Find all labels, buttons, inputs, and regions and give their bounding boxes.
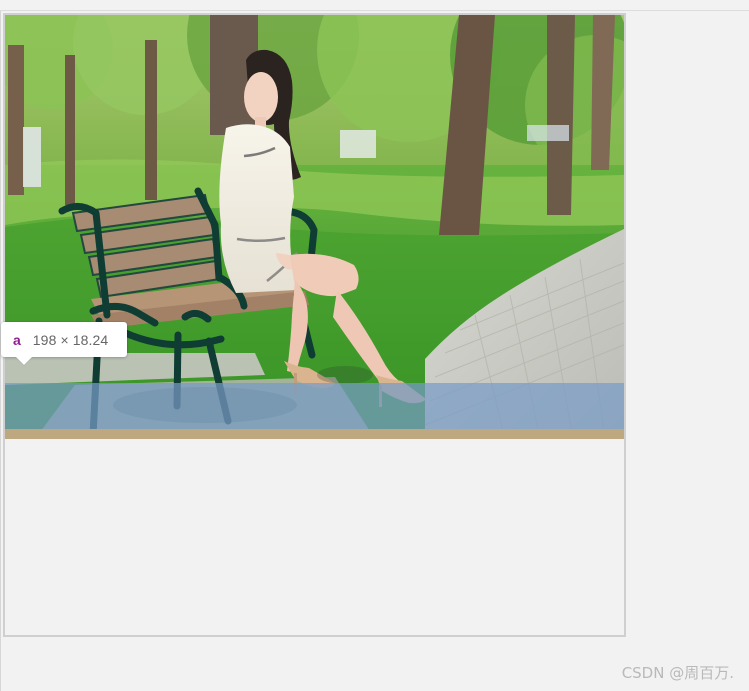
link-highlight-overlay [5,383,624,429]
devtools-preview-page: a 198 × 18.24 CSDN @周百万. [0,0,749,691]
park-bench-photo [5,15,624,439]
tooltip-dimensions: 198 × 18.24 [32,331,109,348]
watermark-text: CSDN @周百万. [621,664,734,682]
padding-highlight [5,429,624,439]
tooltip-tag-name: a [13,331,21,348]
photo-block [5,15,624,439]
top-divider [0,10,749,11]
element-size-tooltip: a 198 × 18.24 [1,322,127,357]
